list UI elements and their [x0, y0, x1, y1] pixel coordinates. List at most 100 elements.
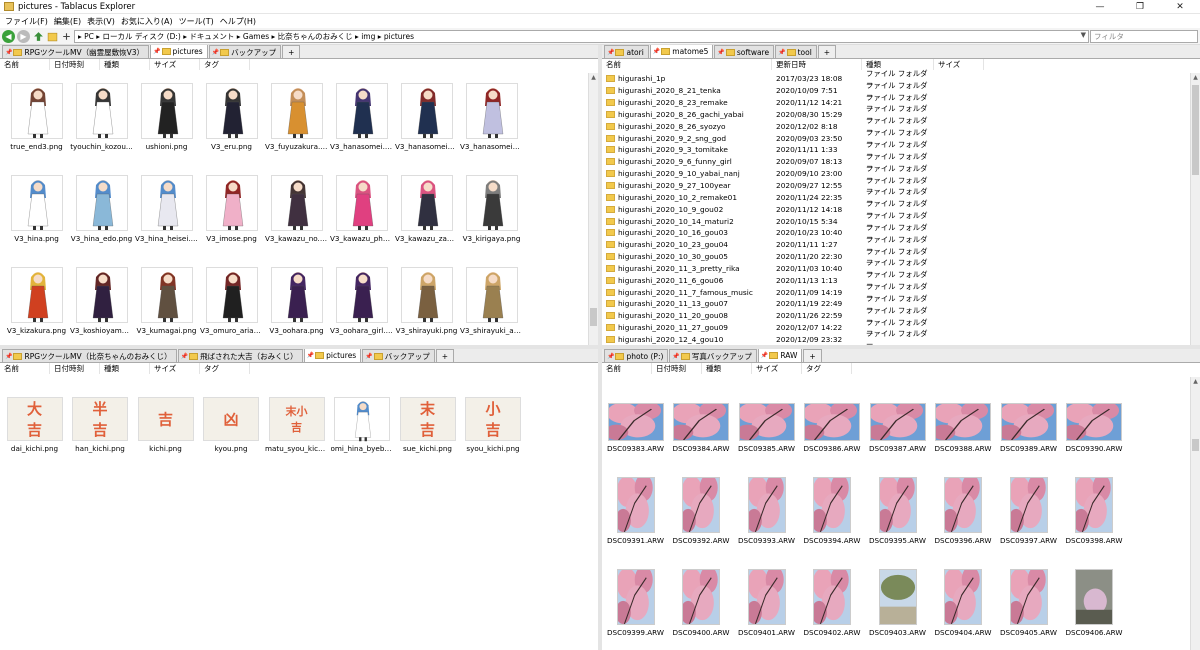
- file-item[interactable]: tyouchin_kozou...: [70, 83, 133, 151]
- column-modified[interactable]: 更新日時: [772, 59, 862, 70]
- column-tag[interactable]: タグ: [802, 363, 852, 374]
- chevron-down-icon[interactable]: ▼: [1081, 31, 1086, 39]
- scrollbar[interactable]: ▲: [1190, 73, 1200, 345]
- new-tab-button[interactable]: +: [817, 45, 837, 58]
- menu-edit[interactable]: 編集(E): [51, 16, 84, 27]
- file-item[interactable]: V3_kawazu_no.png: [265, 175, 328, 243]
- tab-bl-1[interactable]: 📌 飛ばされた大吉（おみくじ）: [177, 349, 303, 362]
- column-size[interactable]: サイズ: [150, 363, 200, 374]
- column-name[interactable]: 名前: [602, 59, 772, 70]
- tab-bl-0[interactable]: 📌 RPGツクールMV（比奈ちゃんのおみくじ）: [2, 349, 177, 362]
- file-item[interactable]: DSC09394.ARW: [801, 477, 864, 545]
- file-item[interactable]: V3_fuyuzakura.png: [265, 83, 328, 151]
- tab-bl-2[interactable]: 📌 pictures: [303, 349, 362, 362]
- minimize-button[interactable]: —: [1080, 0, 1120, 14]
- filter-input[interactable]: フィルタ: [1090, 30, 1198, 43]
- file-item[interactable]: V3_kumagai.png: [135, 267, 198, 335]
- column-datetime[interactable]: 日付時刻: [50, 59, 100, 70]
- tab-tr-3[interactable]: 📌 tool: [775, 45, 817, 58]
- file-item[interactable]: V3_hanasomei.png: [330, 83, 393, 151]
- file-item[interactable]: DSC09388.ARW: [932, 403, 995, 453]
- tab-tr-2[interactable]: 📌 software: [714, 45, 775, 58]
- tab-tl-0[interactable]: 📌 RPGツクールMV（幽霊屋敷恢V3）: [2, 45, 150, 58]
- column-size[interactable]: サイズ: [150, 59, 200, 70]
- column-type[interactable]: 種類: [100, 363, 150, 374]
- file-item[interactable]: V3_kawazu_zakur...: [395, 175, 458, 243]
- file-item[interactable]: 半吉 han_kichi.png: [69, 397, 132, 453]
- file-item[interactable]: DSC09405.ARW: [997, 569, 1060, 637]
- file-item[interactable]: true_end3.png: [5, 83, 68, 151]
- file-item[interactable]: V3_hina_edo.png: [70, 175, 133, 243]
- file-item[interactable]: DSC09387.ARW: [866, 403, 929, 453]
- column-tag[interactable]: タグ: [200, 363, 250, 374]
- file-item[interactable]: V3_omuro_ariake...: [200, 267, 263, 335]
- file-item[interactable]: V3_hina_heisei.png: [135, 175, 198, 243]
- file-item[interactable]: 小吉 syou_kichi.png: [462, 397, 525, 453]
- file-item[interactable]: DSC09386.ARW: [801, 403, 864, 453]
- column-size[interactable]: サイズ: [934, 59, 984, 70]
- file-item[interactable]: DSC09392.ARW: [670, 477, 733, 545]
- file-item[interactable]: DSC09389.ARW: [997, 403, 1060, 453]
- file-item[interactable]: DSC09391.ARW: [604, 477, 667, 545]
- column-datetime[interactable]: 日付時刻: [652, 363, 702, 374]
- tab-tr-1[interactable]: 📌 matome5: [649, 45, 714, 58]
- close-button[interactable]: ✕: [1160, 0, 1200, 14]
- tab-br-1[interactable]: 📌 写真バックアップ: [669, 349, 757, 362]
- new-tab-button[interactable]: +: [435, 349, 454, 362]
- file-item[interactable]: DSC09406.ARW: [1063, 569, 1126, 637]
- tab-bl-3[interactable]: 📌 バックアップ: [362, 349, 435, 362]
- file-item[interactable]: V3_hina.png: [5, 175, 68, 243]
- file-item[interactable]: 凶 kyou.png: [200, 397, 263, 453]
- tab-tl-2[interactable]: 📌 バックアップ: [208, 45, 282, 58]
- column-size[interactable]: サイズ: [752, 363, 802, 374]
- file-item[interactable]: 大吉 dai_kichi.png: [3, 397, 66, 453]
- column-tag[interactable]: タグ: [200, 59, 250, 70]
- file-item[interactable]: DSC09393.ARW: [735, 477, 798, 545]
- file-item[interactable]: V3_kawazu_phot...: [330, 175, 393, 243]
- table-row[interactable]: higurashi_2020_12_4_gou10 2020/12/09 23:3…: [602, 329, 1190, 345]
- file-item[interactable]: V3_eru.png: [200, 83, 263, 151]
- file-item[interactable]: DSC09404.ARW: [932, 569, 995, 637]
- column-name[interactable]: 名前: [602, 363, 652, 374]
- menu-tools[interactable]: ツール(T): [176, 16, 217, 27]
- tab-tl-1[interactable]: 📌 pictures: [150, 45, 208, 58]
- column-name[interactable]: 名前: [0, 363, 50, 374]
- file-item[interactable]: V3_oohara.png: [265, 267, 328, 335]
- back-button[interactable]: ◀: [2, 29, 15, 43]
- tab-br-0[interactable]: 📌 photo (P:): [604, 349, 669, 362]
- menu-view[interactable]: 表示(V): [84, 16, 118, 27]
- file-item[interactable]: ushioni.png: [135, 83, 198, 151]
- file-item[interactable]: V3_hanasomei_s...: [460, 83, 523, 151]
- file-item[interactable]: 末小吉 matu_syou_kichi...: [265, 397, 328, 453]
- file-item[interactable]: DSC09399.ARW: [604, 569, 667, 637]
- file-item[interactable]: DSC09401.ARW: [735, 569, 798, 637]
- new-tab-button[interactable]: +: [803, 349, 822, 362]
- file-item[interactable]: DSC09385.ARW: [735, 403, 798, 453]
- menu-file[interactable]: ファイル(F): [2, 16, 51, 27]
- file-item[interactable]: V3_imose.png: [200, 175, 263, 243]
- file-item[interactable]: V3_shirayuki_ase...: [460, 267, 523, 335]
- file-item[interactable]: DSC09383.ARW: [604, 403, 667, 453]
- file-item[interactable]: V3_kizakura.png: [5, 267, 68, 335]
- menu-favorites[interactable]: お気に入り(A): [118, 16, 176, 27]
- column-name[interactable]: 名前: [0, 59, 50, 70]
- file-item[interactable]: V3_hanasomei_k...: [395, 83, 458, 151]
- file-item[interactable]: DSC09402.ARW: [801, 569, 864, 637]
- forward-button[interactable]: ▶: [17, 29, 30, 43]
- file-item[interactable]: DSC09390.ARW: [1063, 403, 1126, 453]
- new-tab-button[interactable]: +: [282, 45, 301, 58]
- tab-tr-0[interactable]: 📌 atori: [604, 45, 649, 58]
- file-item[interactable]: V3_shirayuki.png: [395, 267, 458, 335]
- file-item[interactable]: 吉 kichi.png: [134, 397, 197, 453]
- column-type[interactable]: 種類: [702, 363, 752, 374]
- scrollbar[interactable]: ▲: [1190, 377, 1200, 650]
- column-datetime[interactable]: 日付時刻: [50, 363, 100, 374]
- tab-br-2[interactable]: 📌 RAW: [757, 349, 803, 362]
- file-item[interactable]: DSC09400.ARW: [670, 569, 733, 637]
- file-item[interactable]: DSC09396.ARW: [932, 477, 995, 545]
- file-item[interactable]: 末吉 sue_kichi.png: [396, 397, 459, 453]
- file-item[interactable]: omi_hina_byebye...: [331, 397, 394, 453]
- up-folder-icon[interactable]: [33, 31, 44, 42]
- file-item[interactable]: DSC09403.ARW: [866, 569, 929, 637]
- file-item[interactable]: V3_kirigaya.png: [460, 175, 523, 243]
